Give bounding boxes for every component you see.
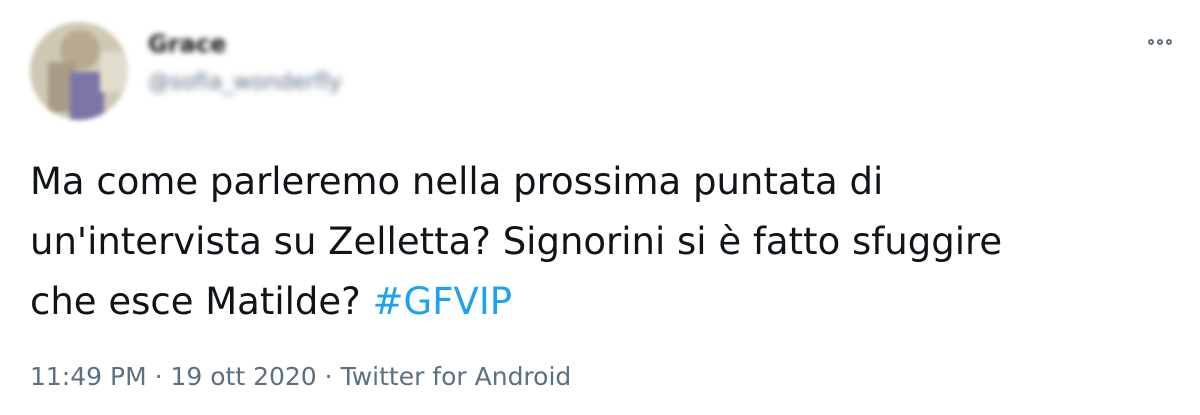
more-dot-icon	[1148, 39, 1154, 45]
more-dot-icon	[1166, 39, 1172, 45]
tweet-text-line-3: che esce Matilde?	[30, 280, 373, 323]
meta-separator: ·	[316, 362, 341, 391]
meta-separator: ·	[146, 362, 171, 391]
tweet-text-line-1: Ma come parleremo nella prossima puntata…	[30, 160, 884, 203]
display-name[interactable]: Grace	[148, 30, 226, 58]
tweet-text-line-2: un'intervista su Zelletta? Signorini si …	[30, 220, 1003, 263]
hashtag-link[interactable]: #GFVIP	[373, 280, 513, 323]
more-options-icon[interactable]	[1142, 30, 1178, 54]
more-dot-icon	[1157, 39, 1163, 45]
tweet-source-link[interactable]: Twitter for Android	[341, 362, 572, 391]
user-handle[interactable]: @sofia_wonderfly	[148, 70, 342, 95]
tweet-meta: 11:49 PM · 19 ott 2020 · Twitter for And…	[30, 362, 571, 391]
tweet-date-link[interactable]: 19 ott 2020	[170, 362, 316, 391]
tweet-text: Ma come parleremo nella prossima puntata…	[30, 152, 1150, 332]
tweet-time-link[interactable]: 11:49 PM	[30, 362, 147, 391]
tweet-card: Grace @sofia_wonderfly Ma come parleremo…	[0, 0, 1200, 415]
avatar[interactable]	[30, 22, 128, 120]
